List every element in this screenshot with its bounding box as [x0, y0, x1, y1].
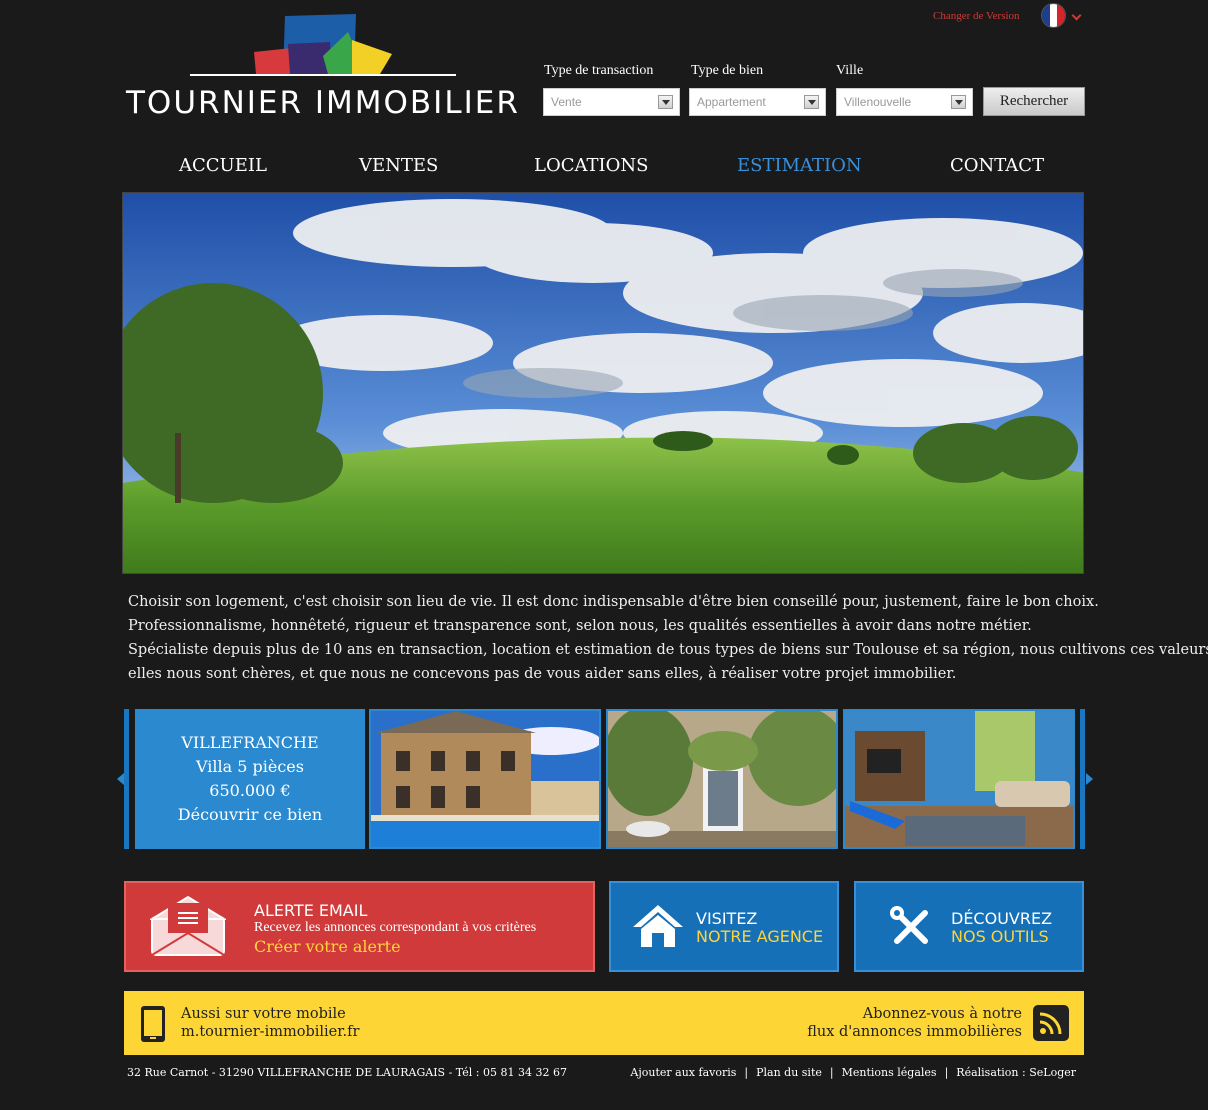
main-nav: ACCUEIL VENTES LOCATIONS ESTIMATION CONT… [122, 155, 1084, 183]
change-version-link[interactable]: Changer de Version [933, 10, 1020, 22]
carousel-right-edge [1080, 709, 1085, 849]
intro-line: Professionnalisme, honnêteté, rigueur et… [128, 618, 1032, 634]
property-city: VILLEFRANCHE [181, 733, 319, 752]
nav-item-ventes[interactable]: VENTES [359, 155, 438, 176]
chevron-down-icon[interactable] [1071, 10, 1082, 21]
nav-item-locations[interactable]: LOCATIONS [534, 155, 648, 176]
tools-icon [890, 906, 928, 944]
tools-line1: DÉCOUVREZ [951, 909, 1053, 928]
carousel-left-edge [124, 709, 129, 849]
rss-line2[interactable]: flux d'annonces immobilières [807, 1024, 1022, 1040]
transaction-label: Type de transaction [544, 63, 654, 78]
site-logo[interactable]: TOURNIER IMMOBILIER [120, 12, 520, 122]
house-icon [633, 905, 683, 947]
nav-item-estimation[interactable]: ESTIMATION [737, 155, 862, 176]
sitemap-link[interactable]: Plan du site [756, 1066, 822, 1079]
rss-icon[interactable] [1033, 1005, 1069, 1041]
search-button[interactable]: Rechercher [983, 87, 1085, 116]
carousel-next-icon[interactable] [1086, 773, 1093, 785]
french-flag-icon[interactable] [1041, 3, 1066, 28]
bien-label: Type de bien [691, 63, 764, 78]
mobile-line1: Aussi sur votre mobile [181, 1006, 346, 1022]
transaction-select[interactable]: Vente [543, 88, 680, 116]
legal-link[interactable]: Mentions légales [842, 1066, 937, 1079]
logo-text: TOURNIER IMMOBILIER [126, 85, 520, 121]
nav-item-accueil[interactable]: ACCUEIL [179, 155, 267, 176]
logo-underline [190, 74, 456, 76]
property-price: 650.000 € [209, 781, 291, 800]
email-alert-subtitle: Recevez les annonces correspondant à vos… [254, 920, 537, 935]
logo-mark-icon [254, 14, 392, 74]
dropdown-arrow-icon[interactable] [658, 95, 673, 109]
property-photo-villa-pool[interactable] [369, 709, 601, 849]
visit-agency-banner[interactable]: VISITEZ NOTRE AGENCE [609, 881, 839, 972]
nav-item-contact[interactable]: CONTACT [950, 155, 1044, 176]
email-alert-title: ALERTE EMAIL [254, 901, 368, 920]
footer-separator: | [829, 1066, 834, 1079]
property-type: Villa 5 pièces [196, 757, 304, 776]
ville-label: Ville [836, 63, 864, 78]
featured-property-card[interactable]: VILLEFRANCHE Villa 5 pièces 650.000 € Dé… [135, 709, 365, 849]
footer-separator: | [944, 1066, 949, 1079]
dropdown-arrow-icon[interactable] [804, 95, 819, 109]
ville-select-value: Villenouvelle [844, 95, 912, 109]
footer-links: Ajouter aux favoris | Plan du site | Mention… [630, 1066, 1076, 1079]
property-link[interactable]: Découvrir ce bien [178, 803, 322, 827]
mobile-phone-icon[interactable] [140, 1005, 166, 1043]
carousel-prev-icon[interactable] [117, 773, 124, 785]
mobile-rss-bar: Aussi sur votre mobile m.tournier-immobi… [124, 991, 1084, 1055]
mobile-url-link[interactable]: m.tournier-immobilier.fr [181, 1024, 359, 1040]
add-favorites-link[interactable]: Ajouter aux favoris [630, 1066, 736, 1079]
hero-landscape-image [122, 192, 1084, 574]
intro-line: elles nous sont chères, et que nous ne c… [128, 666, 957, 682]
footer-address: 32 Rue Carnot - 31290 VILLEFRANCHE DE LA… [127, 1066, 567, 1079]
bien-select-value: Appartement [697, 95, 766, 109]
transaction-select-value: Vente [551, 95, 582, 109]
visit-agency-line1: VISITEZ [696, 909, 758, 928]
rss-line1: Abonnez-vous à notre [862, 1006, 1022, 1022]
envelope-icon [150, 895, 226, 956]
tools-banner[interactable]: DÉCOUVREZ NOS OUTILS [854, 881, 1084, 972]
intro-line: Choisir son logement, c'est choisir son … [128, 594, 1099, 610]
intro-line: Spécialiste depuis plus de 10 ans en tra… [128, 642, 1208, 658]
visit-agency-line2: NOTRE AGENCE [696, 927, 824, 946]
property-photo-garden-facade[interactable] [606, 709, 838, 849]
intro-text: Choisir son logement, c'est choisir son … [128, 590, 1208, 686]
dropdown-arrow-icon[interactable] [951, 95, 966, 109]
tools-line2: NOS OUTILS [951, 927, 1049, 946]
property-photo-living-room[interactable] [843, 709, 1075, 849]
footer-separator: | [744, 1066, 749, 1079]
credits-link[interactable]: Réalisation : SeLoger [956, 1066, 1076, 1079]
ville-select[interactable]: Villenouvelle [836, 88, 973, 116]
bien-select[interactable]: Appartement [689, 88, 826, 116]
create-alert-link[interactable]: Créer votre alerte [254, 937, 401, 956]
email-alert-banner[interactable]: ALERTE EMAIL Recevez les annonces corres… [124, 881, 595, 972]
